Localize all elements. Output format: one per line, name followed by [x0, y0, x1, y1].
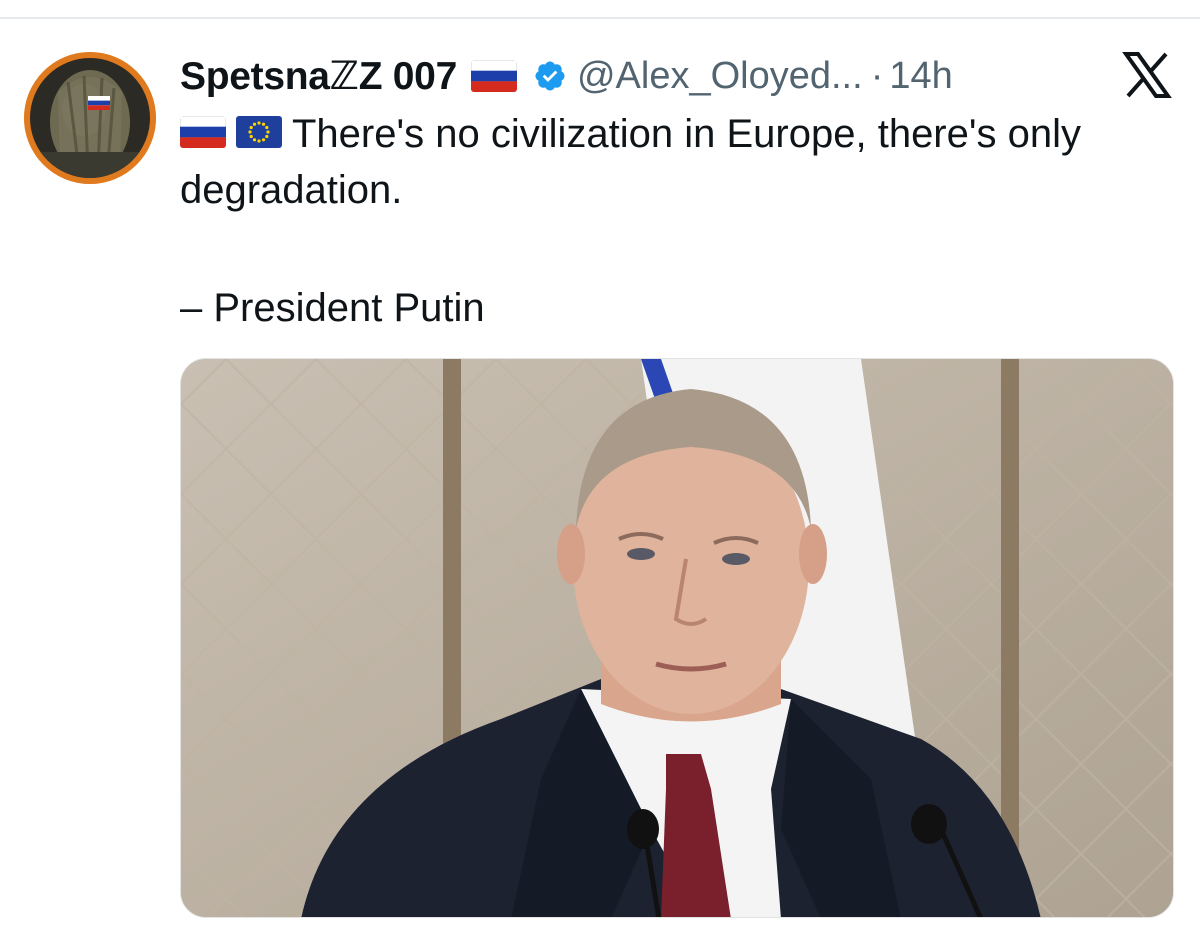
user-handle[interactable]: @Alex_Oloyed...: [577, 55, 863, 98]
russia-flag-icon: [470, 60, 517, 92]
top-divider: [0, 17, 1200, 19]
avatar[interactable]: [24, 52, 156, 184]
russia-flag-icon: [180, 116, 226, 149]
tweet-text: There's no civilization in Europe, there…: [180, 112, 1082, 212]
tweet-attribution: – President Putin: [180, 286, 485, 330]
tweet-header: SpetsnaℤZ 007 @Alex_Oloyed... · 14h: [180, 48, 953, 104]
tweet-media-image[interactable]: [180, 358, 1174, 918]
x-logo-icon[interactable]: [1122, 52, 1172, 98]
verified-badge-icon: [533, 59, 567, 93]
display-name[interactable]: SpetsnaℤZ 007: [180, 54, 457, 99]
tweet-body: There's no civilization in Europe, there…: [180, 106, 1140, 218]
eu-flag-icon: [236, 116, 282, 149]
separator-dot: ·: [870, 54, 884, 97]
timestamp[interactable]: 14h: [889, 55, 952, 98]
